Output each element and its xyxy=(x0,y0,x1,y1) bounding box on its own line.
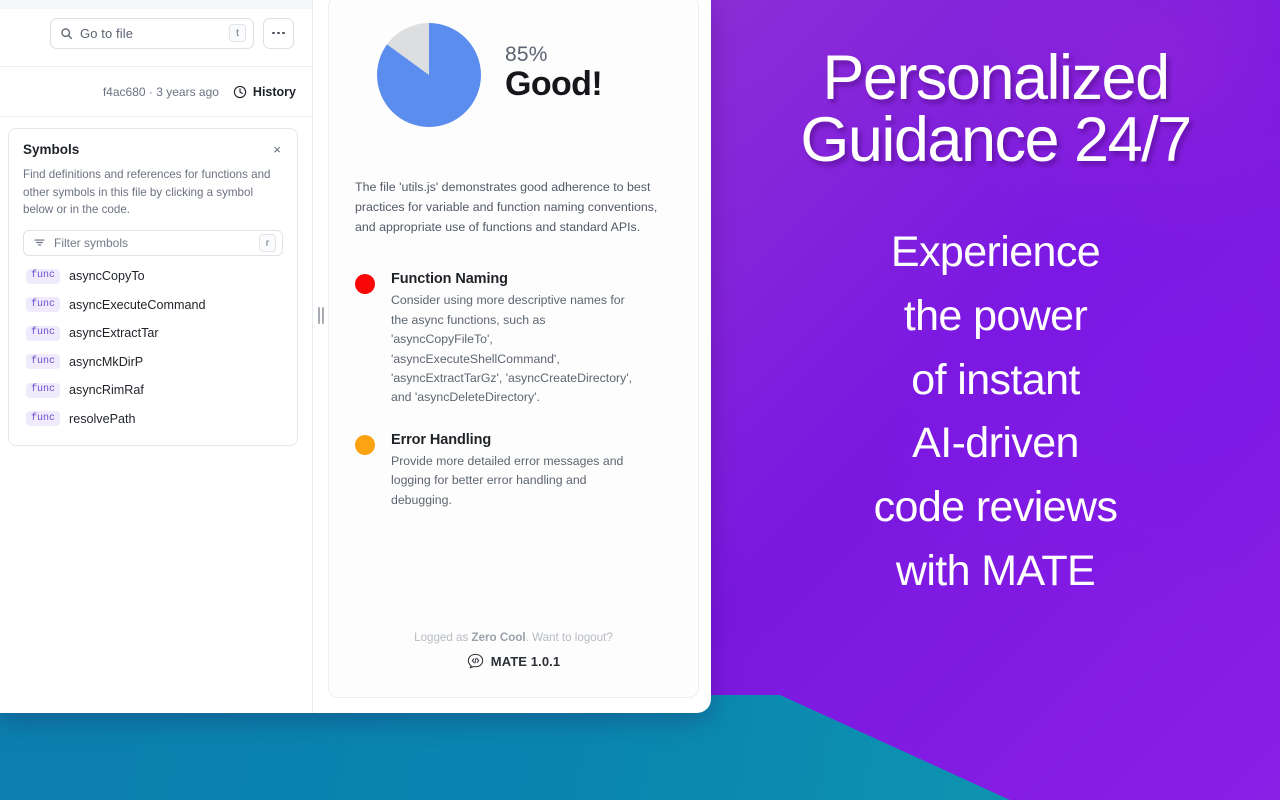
logged-username: Zero Cool xyxy=(471,631,526,644)
dot-icon xyxy=(282,31,285,35)
symbol-name: asyncExtractTar xyxy=(69,326,159,341)
finding-item: Error Handling Provide more detailed erro… xyxy=(355,432,672,510)
finding-body: Consider using more descriptive names fo… xyxy=(391,293,633,405)
symbol-kind-badge: func xyxy=(26,382,61,398)
logged-prefix: Logged as xyxy=(414,631,472,644)
symbol-name: asyncCopyTo xyxy=(69,269,145,284)
go-to-file-placeholder: Go to file xyxy=(80,25,134,41)
go-to-file-input[interactable]: Go to file t xyxy=(50,17,254,49)
symbol-list-item[interactable]: func asyncRimRaf xyxy=(23,376,283,405)
score-summary: 85% Good! xyxy=(355,19,672,127)
search-icon xyxy=(61,27,73,39)
symbol-list-item[interactable]: func asyncExtractTar xyxy=(23,319,283,348)
filter-symbols-placeholder: Filter symbols xyxy=(54,235,129,250)
mate-version-label: MATE 1.0.1 xyxy=(490,654,561,669)
repo-toolbar: Go to file t xyxy=(0,0,312,67)
logged-in-status: Logged as Zero Cool. Want to logout? xyxy=(329,631,698,644)
history-label: History xyxy=(252,84,296,99)
symbol-list-item[interactable]: func asyncMkDirP xyxy=(23,347,283,376)
symbol-name: asyncRimRaf xyxy=(69,383,144,398)
clock-icon xyxy=(233,85,247,98)
symbol-list-item[interactable]: func asyncCopyTo xyxy=(23,262,283,291)
symbols-panel: Symbols × Find definitions and reference… xyxy=(8,128,298,446)
symbol-name: resolvePath xyxy=(69,411,136,426)
filter-symbols-input[interactable]: Filter symbols r xyxy=(23,229,283,256)
finding-title: Function Naming xyxy=(391,271,508,288)
review-summary-text: The file 'utils.js' demonstrates good ad… xyxy=(355,180,658,235)
screen: Personalized Guidance 24/7 Experience th… xyxy=(0,0,1280,800)
finding-body: Provide more detailed error messages and… xyxy=(391,453,624,507)
code-chat-bubble-icon xyxy=(467,653,483,669)
score-pie-chart xyxy=(377,23,481,127)
symbol-list-item[interactable]: func resolvePath xyxy=(23,404,283,433)
score-percent: 85% xyxy=(505,42,548,66)
mate-brand: MATE 1.0.1 xyxy=(467,653,560,670)
promo-headline: Personalized Guidance 24/7 xyxy=(800,43,1192,175)
dot-icon xyxy=(277,31,280,35)
symbol-kind-badge: func xyxy=(26,325,61,341)
symbols-header: Symbols × xyxy=(23,142,283,157)
symbol-kind-badge: func xyxy=(26,268,61,284)
handle-bar-icon xyxy=(318,307,320,324)
promo-body-text: Experience the power of instant AI-drive… xyxy=(873,228,1118,595)
close-icon[interactable]: × xyxy=(271,142,283,157)
symbols-list: func asyncCopyTo func asyncExecuteCommand fu… xyxy=(23,262,283,433)
promo-panel: Personalized Guidance 24/7 Experience th… xyxy=(711,0,1280,713)
go-to-file-shortcut: t xyxy=(229,24,246,42)
dot-icon xyxy=(272,31,275,35)
symbol-name: asyncExecuteCommand xyxy=(69,297,206,312)
symbol-kind-badge: func xyxy=(26,354,61,370)
symbol-kind-badge: func xyxy=(26,297,61,313)
logout-prompt[interactable]: . Want to logout? xyxy=(526,631,613,644)
filter-icon xyxy=(34,239,45,246)
repository-pane: Go to file t f4ac680 · 3 years ago Histo xyxy=(0,0,313,713)
severity-dot-icon xyxy=(355,434,375,455)
score-text-block: 85% Good! xyxy=(505,42,603,108)
findings-list: Function Naming Consider using more descr… xyxy=(355,271,672,510)
finding-title: Error Handling xyxy=(391,431,492,448)
commit-info-row: f4ac680 · 3 years ago History xyxy=(0,67,312,117)
more-options-button[interactable] xyxy=(263,17,294,49)
symbol-kind-badge: func xyxy=(26,411,61,427)
mate-review-panel: 85% Good! The file 'utils.js' demonstrat… xyxy=(328,0,699,698)
pane-resize-handle[interactable] xyxy=(318,307,324,324)
finding-item: Function Naming Consider using more descr… xyxy=(355,271,672,408)
symbols-description: Find definitions and references for func… xyxy=(23,168,271,217)
symbols-title: Symbols xyxy=(23,142,80,157)
history-button[interactable]: History xyxy=(233,85,296,99)
commit-hash-and-age: f4ac680 · 3 years ago xyxy=(102,84,219,99)
app-window: Go to file t f4ac680 · 3 years ago Histo xyxy=(0,0,711,713)
mate-footer: Logged as Zero Cool. Want to logout? MAT… xyxy=(329,631,698,675)
filter-symbols-shortcut: r xyxy=(259,233,276,252)
handle-bar-icon xyxy=(322,307,324,324)
symbol-list-item[interactable]: func asyncExecuteCommand xyxy=(23,290,283,319)
score-verdict: Good! xyxy=(505,64,603,103)
severity-dot-icon xyxy=(355,274,375,295)
symbol-name: asyncMkDirP xyxy=(69,354,144,369)
